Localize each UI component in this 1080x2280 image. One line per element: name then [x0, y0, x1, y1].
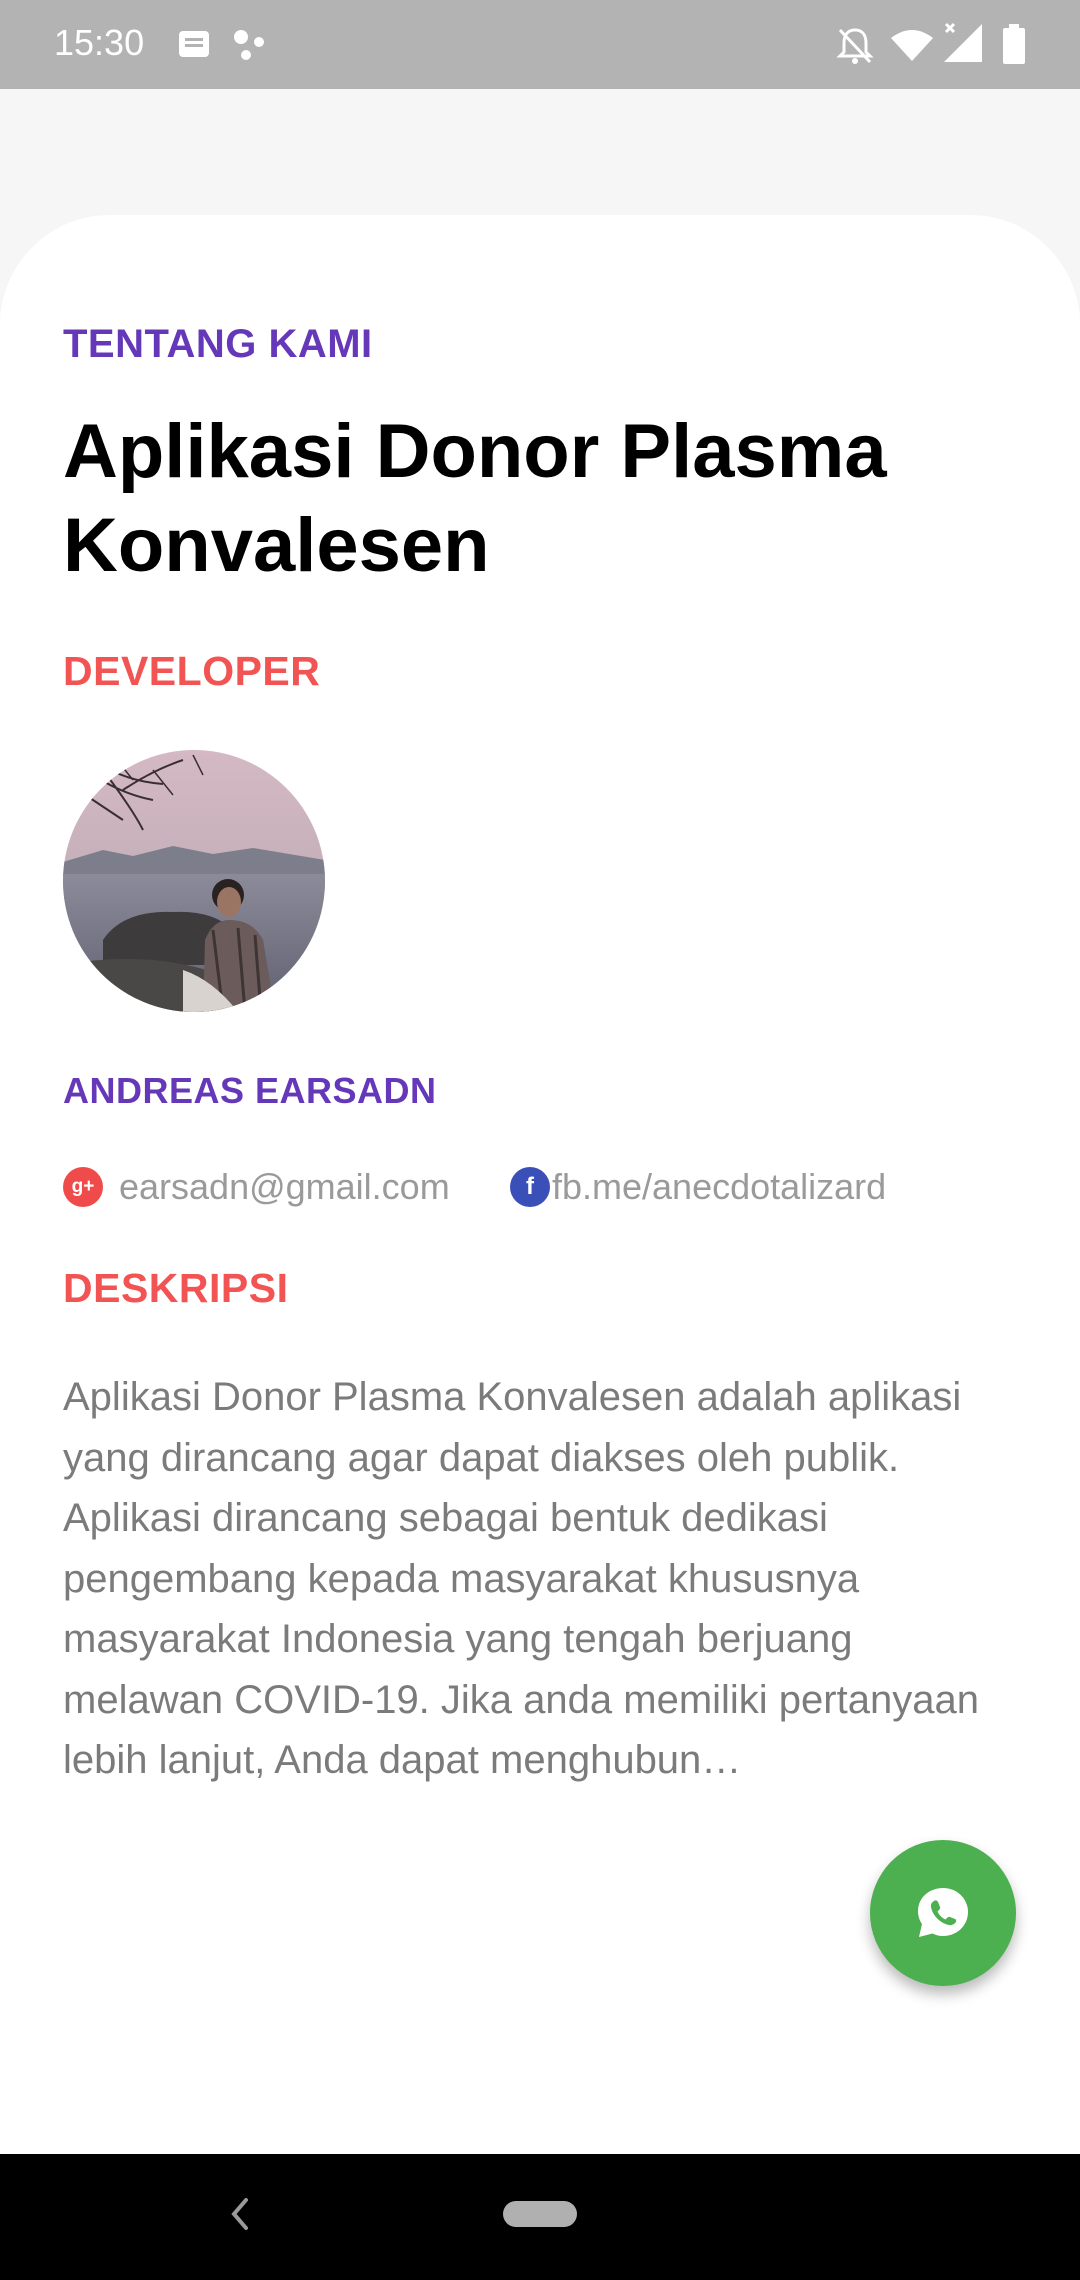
facebook-icon: f	[510, 1167, 550, 1207]
back-icon[interactable]	[228, 2196, 252, 2232]
dots-icon	[234, 30, 264, 60]
page-title: Aplikasi Donor Plasma Konvalesen	[63, 409, 887, 588]
developer-name: ANDREAS EARSADN	[63, 1070, 437, 1111]
google-plus-icon: g+	[63, 1167, 103, 1207]
message-icon	[179, 31, 209, 57]
wifi-icon	[891, 30, 933, 61]
email-text: earsadn@gmail.com	[119, 1166, 450, 1207]
facebook-contact[interactable]: f fb.me/anecdotalizard	[510, 1165, 886, 1209]
home-pill-icon[interactable]	[503, 2201, 577, 2227]
mute-icon	[836, 28, 874, 64]
facebook-text: fb.me/anecdotalizard	[552, 1166, 887, 1207]
description-text: Aplikasi Donor Plasma Konvalesen adalah …	[63, 1375, 979, 1782]
description-section-label: DESKRIPSI	[63, 1265, 289, 1311]
avatar-photo	[63, 750, 325, 1012]
whatsapp-button[interactable]	[870, 1840, 1016, 1986]
status-bar: 15:30	[0, 0, 1080, 89]
email-contact[interactable]: g+ earsadn@gmail.com	[63, 1165, 450, 1209]
developer-avatar	[63, 750, 325, 1012]
developer-section-label: DEVELOPER	[63, 648, 321, 694]
about-section-label: TENTANG KAMI	[63, 322, 373, 366]
navigation-bar	[0, 2154, 1080, 2280]
battery-icon	[1003, 24, 1025, 64]
status-time: 15:30	[54, 22, 145, 63]
whatsapp-icon	[918, 1888, 968, 1937]
signal-icon	[944, 22, 982, 62]
